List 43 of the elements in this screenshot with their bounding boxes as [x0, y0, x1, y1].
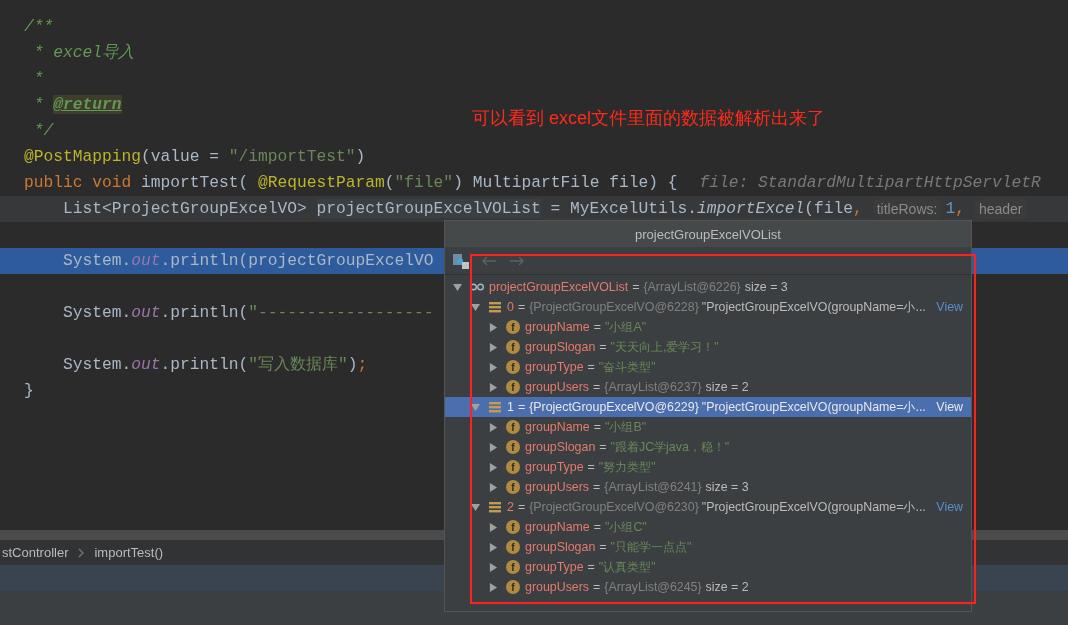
- field-icon: f: [506, 320, 520, 334]
- node-label: groupSlogan = "跟着JC学java，稳！": [525, 438, 730, 456]
- field-icon: f: [506, 440, 520, 454]
- code-text: System.out.println("------------------: [62, 302, 434, 324]
- node-label: groupName = "小组C": [525, 518, 647, 536]
- node-label: 2 = {ProjectGroupExcelVO@6230} "ProjectGroupExcelVO(groupName=小...: [507, 498, 926, 516]
- parameter-hint: titleRows:: [872, 199, 942, 219]
- code-text: * excel导入: [32, 42, 134, 64]
- code-text: System.out.println(projectGroupExcelVO: [62, 250, 434, 272]
- field-icon: f: [506, 360, 520, 374]
- code-text: System.out.println("写入数据库");: [62, 354, 368, 376]
- node-label: groupName = "小组B": [525, 418, 647, 436]
- node-label: 1 = {ProjectGroupExcelVO@6229} "ProjectGroupExcelVO(groupName=小...: [507, 398, 926, 416]
- node-label: groupType = "认真类型": [525, 558, 656, 576]
- code-text: *: [32, 68, 44, 90]
- inline-value: file: StandardMultipartHttpServletR: [699, 172, 1041, 194]
- code-text: List<ProjectGroupExcelVO> projectGroupExcelVOList = MyExcelUtils.importExcel(file,: [62, 198, 863, 220]
- node-label: groupUsers = {ArrayList@6241} size = 3: [525, 480, 749, 494]
- node-label: groupUsers = {ArrayList@6237} size = 2: [525, 380, 749, 394]
- field-icon: f: [506, 540, 520, 554]
- node-label: 0 = {ProjectGroupExcelVO@6228} "ProjectGroupExcelVO(groupName=小...: [507, 298, 926, 316]
- field-icon: f: [506, 480, 520, 494]
- popup-title: projectGroupExcelVOList: [445, 221, 971, 247]
- code-text: @PostMapping(value = "/importTest"): [24, 146, 366, 168]
- node-label: projectGroupExcelVOList = {ArrayList@6226} size = 3: [489, 280, 788, 294]
- node-label: groupUsers = {ArrayList@6245} size = 2: [525, 580, 749, 594]
- field-icon: f: [506, 560, 520, 574]
- field-icon: f: [506, 460, 520, 474]
- field-icon: f: [506, 340, 520, 354]
- code-text: }: [24, 380, 34, 402]
- code-text: 1,: [945, 198, 965, 220]
- code-text: public void importTest( @RequestParam("file") MultipartFile file) {: [24, 172, 678, 194]
- field-icon: f: [506, 420, 520, 434]
- node-label: groupType = "努力类型": [525, 458, 656, 476]
- code-text: /**: [24, 16, 54, 38]
- code-text: */: [32, 120, 54, 142]
- field-icon: f: [506, 520, 520, 534]
- field-icon: f: [506, 580, 520, 594]
- node-label: groupType = "奋斗类型": [525, 358, 656, 376]
- node-label: groupName = "小组A": [525, 318, 647, 336]
- parameter-hint: header: [974, 199, 1027, 219]
- annotation-text: 可以看到 excel文件里面的数据被解析出来了: [472, 107, 826, 130]
- field-icon: f: [506, 380, 520, 394]
